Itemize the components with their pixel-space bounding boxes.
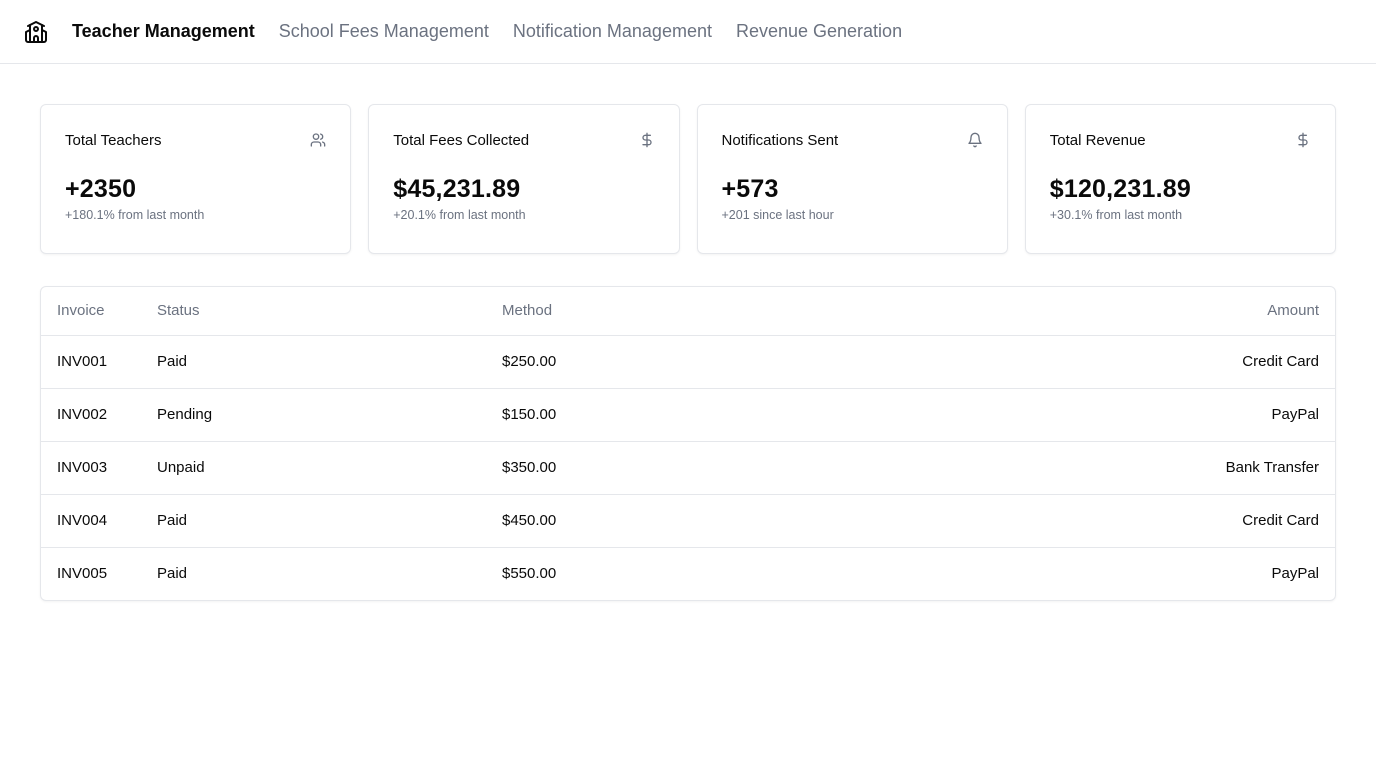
card-subtext: +30.1% from last month [1049,208,1183,222]
card-value: $45,231.89 [393,175,521,203]
amount-cell: PayPal [1271,565,1319,583]
card-title: Total Fees Collected [393,131,530,149]
table-row[interactable]: INV001 Paid $250.00 Credit Card [41,335,1335,389]
table-row[interactable]: INV002 Pending $150.00 PayPal [41,388,1335,442]
top-navigation: Teacher Management School Fees Managemen… [0,0,1376,64]
nav-link-teacher-management[interactable]: Teacher Management [72,21,255,42]
card-title: Total Teachers [65,131,162,149]
status-cell: Unpaid [141,441,486,495]
table-row[interactable]: INV004 Paid $450.00 Credit Card [41,494,1335,548]
amount-cell: Bank Transfer [831,441,1335,495]
stat-card-total-teachers: Total Teachers +2350 +180.1% from last m… [40,104,352,254]
card-title: Notifications Sent [721,131,839,149]
dollar-icon [1295,132,1311,148]
stat-card-notifications-sent: Notifications Sent +573 +201 since last … [696,104,1008,254]
stat-card-total-fees-collected: Total Fees Collected $45,231.89 +20.1% f… [368,104,680,254]
invoice-table: Invoice Status Method Amount INV001 Paid… [41,287,1335,600]
method-cell: $250.00 [486,335,832,389]
status-cell: Paid [157,565,188,583]
invoice-cell: INV002 [41,388,141,442]
nav-link-notification-management[interactable]: Notification Management [513,21,712,42]
table-row[interactable]: INV003 Unpaid $350.00 Bank Transfer [41,441,1335,495]
card-value: +2350 [65,175,137,203]
amount-cell: PayPal [831,388,1335,442]
bell-icon [967,132,983,148]
invoice-table-container: Invoice Status Method Amount INV001 Paid… [40,286,1336,601]
status-cell: Paid [141,494,486,548]
table-row[interactable]: INV005 Paid $550.00 PayPal [41,547,1335,600]
card-subtext: +20.1% from last month [393,208,526,222]
method-cell: $450.00 [486,494,832,548]
invoice-cell: INV005 [57,565,108,583]
method-cell: $150.00 [486,388,832,442]
invoice-cell: INV004 [41,494,141,548]
dollar-icon [639,132,655,148]
card-subtext: +180.1% from last month [65,208,205,222]
table-header-row: Invoice Status Method Amount [41,287,1335,336]
nav-link-school-fees-management[interactable]: School Fees Management [279,21,489,42]
status-cell: Paid [141,335,486,389]
card-value: $120,231.89 [1049,175,1191,203]
card-subtext: +201 since last hour [721,208,834,222]
school-building-icon[interactable] [24,20,48,44]
column-header-method: Method [486,287,832,336]
stats-cards: Total Teachers +2350 +180.1% from last m… [0,64,1376,254]
nav-link-revenue-generation[interactable]: Revenue Generation [736,21,902,42]
column-header-amount: Amount [831,287,1335,336]
method-cell: $550.00 [502,565,557,583]
method-cell: $350.00 [486,441,832,495]
stat-card-total-revenue: Total Revenue $120,231.89 +30.1% from la… [1024,104,1336,254]
column-header-status: Status [141,287,486,336]
card-title: Total Revenue [1049,131,1146,149]
invoice-cell: INV001 [41,335,141,389]
amount-cell: Credit Card [831,494,1335,548]
amount-cell: Credit Card [831,335,1335,389]
status-cell: Pending [141,388,486,442]
users-icon [310,132,326,148]
card-value: +573 [721,175,779,203]
column-header-invoice: Invoice [41,287,141,336]
invoice-cell: INV003 [41,441,141,495]
